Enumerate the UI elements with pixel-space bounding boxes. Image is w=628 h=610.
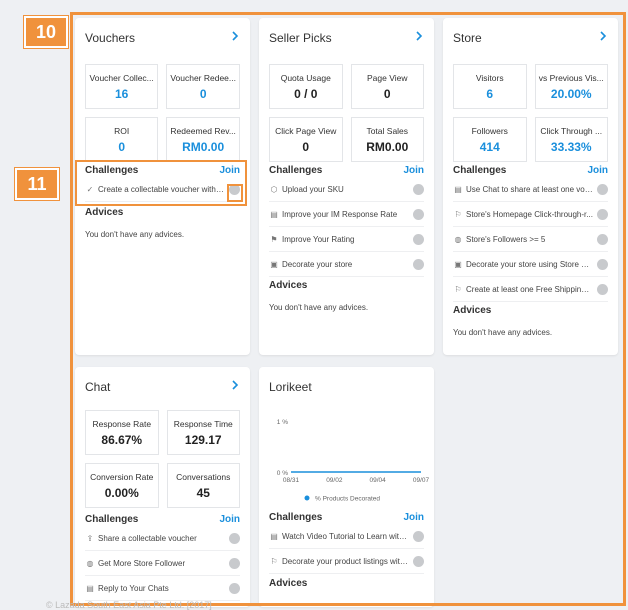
callout-11: 11 xyxy=(15,168,59,200)
copyright-footer: © Lazada South East Asia Pte Ltd. [2017] xyxy=(46,600,212,610)
highlight-frame-10 xyxy=(70,12,626,606)
highlight-box-check xyxy=(227,184,243,202)
highlight-box-11 xyxy=(75,160,247,206)
callout-10: 10 xyxy=(24,16,68,48)
